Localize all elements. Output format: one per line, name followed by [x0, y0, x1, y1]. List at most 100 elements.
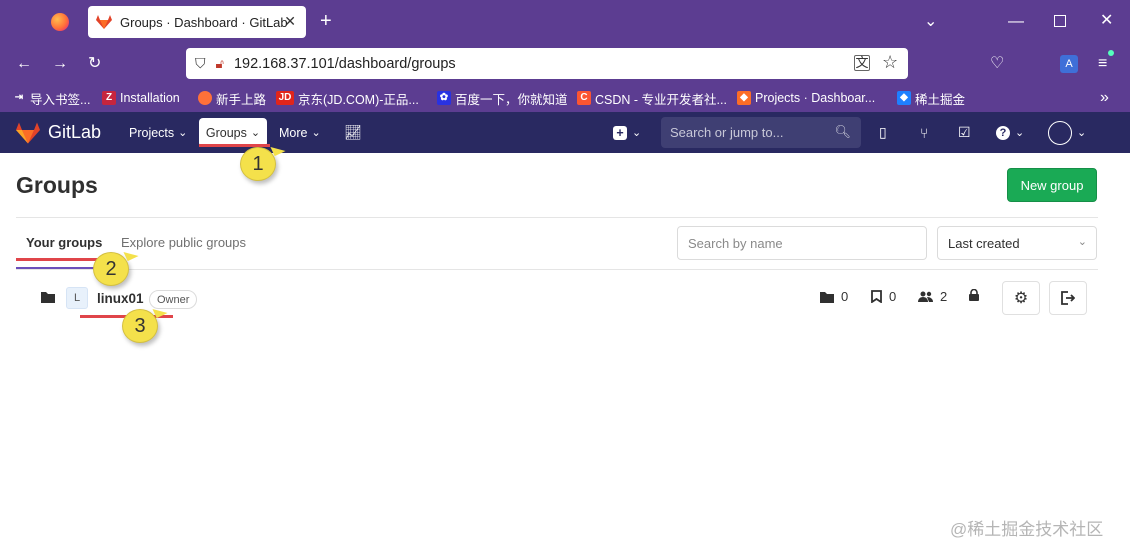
- bookmark-icon: [871, 290, 882, 303]
- sort-select[interactable]: Last created ⌄: [937, 226, 1097, 260]
- bookmark-installation[interactable]: Z Installation: [102, 84, 180, 112]
- bookmark-jd[interactable]: JD 京东(JD.COM)-正品...: [276, 84, 419, 112]
- maximize-icon[interactable]: [1054, 15, 1066, 27]
- chevron-down-icon[interactable]: ⌄: [924, 14, 937, 30]
- firefox-logo-icon[interactable]: [51, 13, 69, 31]
- bookmarks-overflow-icon[interactable]: »: [1100, 84, 1109, 112]
- projects-count-value: 0: [889, 289, 897, 304]
- chevron-down-icon: ⌄: [250, 127, 261, 139]
- bookmark-baidu[interactable]: ✿ 百度一下，你就知道: [437, 84, 568, 112]
- tab-close-icon[interactable]: ✕: [284, 13, 296, 30]
- firefox-icon: [198, 91, 212, 105]
- bookmark-label: 百度一下，你就知道: [455, 92, 568, 107]
- search-placeholder: Search or jump to...: [670, 125, 784, 140]
- filter-placeholder: Search by name: [688, 235, 783, 251]
- filter-search-input[interactable]: Search by name: [677, 226, 927, 260]
- gitlab-header: GitLab Projects ⌄ Groups ⌄ More ⌄ 📈︎ + ⌄…: [0, 112, 1130, 153]
- browser-nav-bar: ← → ↻ ⛉ 🔓︎ 192.168.37.101/dashboard/grou…: [0, 44, 1130, 84]
- issues-icon[interactable]: ▯: [879, 112, 887, 153]
- menu-icon[interactable]: ≡: [1098, 56, 1107, 72]
- new-item-plus-icon[interactable]: + ⌄: [613, 112, 641, 153]
- todos-icon[interactable]: ☑: [958, 112, 971, 153]
- bookmark-label: 导入书签...: [30, 92, 91, 107]
- nav-projects[interactable]: Projects ⌄: [129, 112, 187, 153]
- sort-selected-value: Last created: [948, 235, 1020, 251]
- global-search-input[interactable]: Search or jump to... 🔍︎: [661, 117, 861, 148]
- group-name-link[interactable]: linux01: [97, 291, 144, 306]
- bookmark-label: 稀土掘金: [915, 92, 966, 107]
- chevron-down-icon: ⌄: [311, 127, 321, 139]
- pocket-icon[interactable]: ♡: [990, 56, 1004, 72]
- chevron-down-icon: ⌄: [1077, 236, 1087, 248]
- user-avatar-menu[interactable]: ⌄: [1048, 112, 1086, 153]
- chevron-down-icon: ⌄: [632, 127, 642, 139]
- bookmark-star-icon[interactable]: ☆: [882, 52, 898, 73]
- tab-your-groups[interactable]: Your groups: [26, 235, 102, 250]
- members-count: 2: [918, 289, 947, 304]
- annotation-underline: [16, 258, 106, 261]
- browser-tab-active[interactable]: Groups · Dashboard · GitLab ✕: [88, 6, 306, 38]
- chevron-down-icon: ⌄: [1077, 127, 1087, 139]
- chevron-down-icon: ⌄: [1015, 127, 1025, 139]
- nav-groups[interactable]: Groups ⌄: [199, 118, 267, 147]
- bookmark-label: 京东(JD.COM)-正品...: [298, 92, 419, 107]
- subgroups-count: 0: [820, 289, 848, 304]
- gitlab-icon: ◆: [737, 91, 751, 105]
- bookmark-juejin[interactable]: ◆ 稀土掘金: [897, 84, 965, 112]
- users-icon: [918, 291, 933, 302]
- translate-icon[interactable]: 文: [854, 55, 870, 71]
- address-bar[interactable]: ⛉ 🔓︎ 192.168.37.101/dashboard/groups 文 ☆: [186, 48, 908, 79]
- gitlab-home-link[interactable]: GitLab: [16, 112, 101, 153]
- members-count-value: 2: [940, 289, 948, 304]
- group-avatar[interactable]: L: [66, 287, 88, 309]
- csdn-icon: C: [577, 91, 591, 105]
- back-arrow-icon[interactable]: ←: [16, 56, 32, 72]
- gitlab-brand: GitLab: [48, 122, 102, 142]
- tab-title: Groups · Dashboard · GitLab: [120, 14, 288, 30]
- minimize-icon[interactable]: —: [1008, 14, 1024, 30]
- group-settings-button[interactable]: ⚙: [1002, 281, 1040, 315]
- tabs-divider: [16, 269, 1098, 270]
- close-window-icon[interactable]: ✕: [1100, 13, 1113, 29]
- zotero-icon: Z: [102, 91, 116, 105]
- insecure-lock-icon[interactable]: 🔓︎: [216, 56, 224, 72]
- chevron-down-icon: ⌄: [178, 127, 188, 139]
- annotation-marker-1: 1: [240, 147, 276, 181]
- projects-count: 0: [871, 289, 896, 304]
- gitlab-tanuki-icon: [16, 122, 40, 144]
- page-title: Groups: [16, 172, 98, 198]
- leave-icon: [1061, 291, 1075, 305]
- nav-groups-label: Groups: [205, 125, 247, 140]
- nav-more-label: More: [279, 125, 308, 140]
- reload-icon[interactable]: ↻: [88, 56, 101, 72]
- help-icon[interactable]: ? ⌄: [996, 112, 1024, 153]
- subgroups-count-value: 0: [841, 289, 849, 304]
- forward-arrow-icon[interactable]: →: [52, 56, 68, 72]
- bookmarks-bar: ⇥ 导入书签... Z Installation 新手上路 JD 京东(JD.C…: [0, 84, 1130, 112]
- bookmark-projects[interactable]: ◆ Projects · Dashboar...: [737, 84, 875, 112]
- translate-extension-icon[interactable]: A: [1060, 55, 1078, 73]
- watermark: @稀土掘金技术社区: [950, 520, 1104, 539]
- analytics-chart-icon[interactable]: 📈︎: [344, 112, 362, 153]
- nav-more[interactable]: More ⌄: [279, 112, 321, 153]
- update-dot-icon: [1108, 50, 1114, 56]
- tab-explore-public-groups[interactable]: Explore public groups: [121, 235, 246, 250]
- url-text[interactable]: 192.168.37.101/dashboard/groups: [234, 56, 456, 72]
- tracking-shield-icon[interactable]: ⛉: [195, 55, 206, 72]
- folder-icon: [820, 291, 834, 303]
- leave-group-button[interactable]: [1049, 281, 1087, 315]
- divider: [16, 217, 1098, 218]
- bookmark-csdn[interactable]: C CSDN - 专业开发者社...: [577, 84, 727, 112]
- search-icon: 🔍︎: [834, 124, 851, 139]
- bookmark-import[interactable]: ⇥ 导入书签...: [12, 84, 91, 112]
- new-group-button[interactable]: New group: [1007, 168, 1097, 202]
- juejin-icon: ◆: [897, 91, 911, 105]
- bookmark-label: Projects · Dashboar...: [755, 91, 876, 105]
- annotation-marker-3: 3: [122, 309, 158, 343]
- bookmark-newbie[interactable]: 新手上路: [198, 84, 266, 112]
- plus-icon[interactable]: +: [320, 11, 332, 31]
- merge-requests-icon[interactable]: ⑂: [920, 112, 928, 153]
- gear-icon: ⚙: [1013, 290, 1029, 307]
- annotation-marker-2: 2: [93, 252, 129, 286]
- folder-icon: [41, 290, 55, 308]
